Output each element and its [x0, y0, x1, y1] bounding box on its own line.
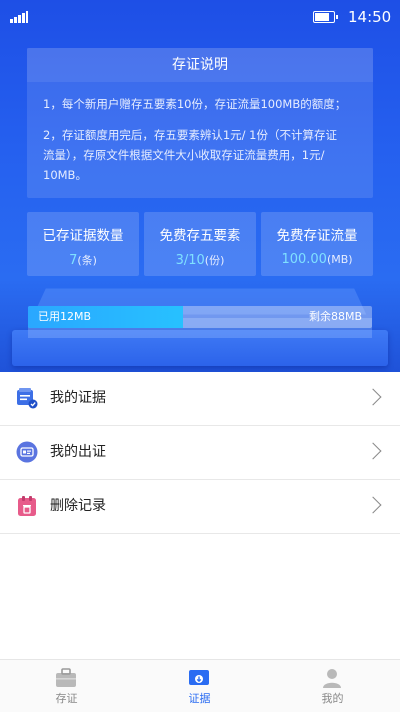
stat-unit: (MB) [326, 253, 353, 266]
usage-progress-bar: 已用12MB 剩余88MB [28, 306, 372, 328]
stat-value: 100.00 [281, 252, 327, 267]
info-line-2a: 2，存证额度用完后，存五要素辨认1元/ 1份（不计算存证 [43, 128, 337, 142]
status-time: 14:50 [348, 8, 392, 26]
menu-item-label: 我的证据 [50, 390, 106, 406]
evidence-folder-icon [17, 388, 38, 409]
status-bar: 14:50 [0, 0, 400, 34]
tab-mine[interactable]: 我的 [266, 660, 399, 712]
info-line-2c: 10MB。 [43, 168, 87, 182]
stat-free-traffic: 免费存证流量 100.00(MB) [261, 212, 373, 276]
menu-item-label: 删除记录 [50, 498, 106, 514]
signal-icon [10, 11, 28, 23]
stat-label: 免费存五要素 [159, 228, 241, 244]
usage-remaining-label: 剩余88MB [308, 310, 362, 323]
tab-evidence[interactable]: 证据 [133, 660, 266, 712]
stat-unit: (份) [204, 254, 225, 267]
menu-item-my-evidence[interactable]: 我的证据 [0, 372, 400, 426]
tab-label: 证据 [188, 692, 211, 705]
tab-label: 我的 [321, 692, 344, 705]
info-line-1: 1，每个新用户赠存五要素10份，存证流量100MB的额度； [43, 97, 347, 111]
stat-evidence-count: 已存证据数量 7(条) [27, 212, 139, 276]
stat-label: 已存证据数量 [42, 228, 124, 244]
battery-icon [313, 11, 338, 23]
usage-used-label: 已用12MB [38, 310, 92, 323]
stat-label: 免费存证流量 [276, 228, 358, 244]
person-icon [323, 669, 341, 688]
menu-item-delete-records[interactable]: 删除记录 [0, 480, 400, 534]
chevron-right-icon [364, 388, 382, 406]
stat-value: 3/10 [175, 253, 205, 268]
stat-unit: (条) [77, 254, 97, 267]
evidence-download-icon [189, 670, 209, 685]
menu-item-my-certificates[interactable]: 我的出证 [0, 426, 400, 480]
chevron-right-icon [364, 496, 382, 514]
tab-label: 存证 [55, 692, 78, 705]
delete-clipboard-icon [18, 496, 36, 516]
stat-free-elements: 免费存五要素 3/10(份) [144, 212, 256, 276]
certificate-card-icon [16, 441, 38, 463]
storage-info-card: 存证说明 1，每个新用户赠存五要素10份，存证流量100MB的额度； 2，存证额… [27, 48, 373, 198]
menu-item-label: 我的出证 [50, 444, 106, 460]
info-title: 存证说明 [27, 48, 373, 82]
briefcase-icon [56, 668, 76, 687]
chevron-right-icon [364, 442, 382, 460]
evidence-header-panel: 14:50 存证说明 1，每个新用户赠存五要素10份，存证流量100MB的额度；… [0, 0, 400, 372]
tab-deposit[interactable]: 存证 [0, 660, 133, 712]
bottom-tab-bar: 存证 证据 我的 [0, 659, 400, 712]
info-line-2b: 流量），存原文件根据文件大小收取存证流量费用，1元/ [43, 148, 325, 162]
